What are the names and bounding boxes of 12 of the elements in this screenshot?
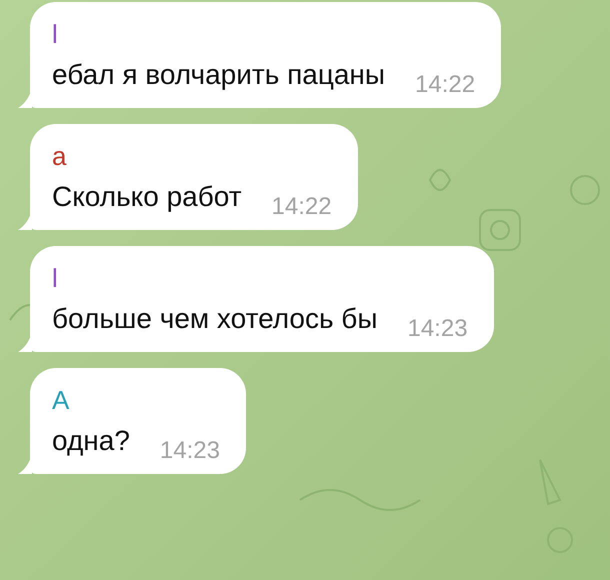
message-text: одна? xyxy=(52,424,130,458)
sender-name: a xyxy=(52,140,66,173)
sender-name: l xyxy=(52,262,58,295)
message-time: 14:22 xyxy=(415,70,476,100)
message-text: больше чем хотелось бы xyxy=(52,302,378,336)
message-time: 14:23 xyxy=(407,314,468,344)
sender-name: A xyxy=(52,384,70,417)
message-time: 14:23 xyxy=(160,436,220,466)
sender-name: l xyxy=(52,18,58,51)
message-time: 14:22 xyxy=(272,192,332,222)
message-text: ебал я волчарить пацаны xyxy=(52,58,386,92)
message-text: Сколько работ xyxy=(52,180,242,214)
